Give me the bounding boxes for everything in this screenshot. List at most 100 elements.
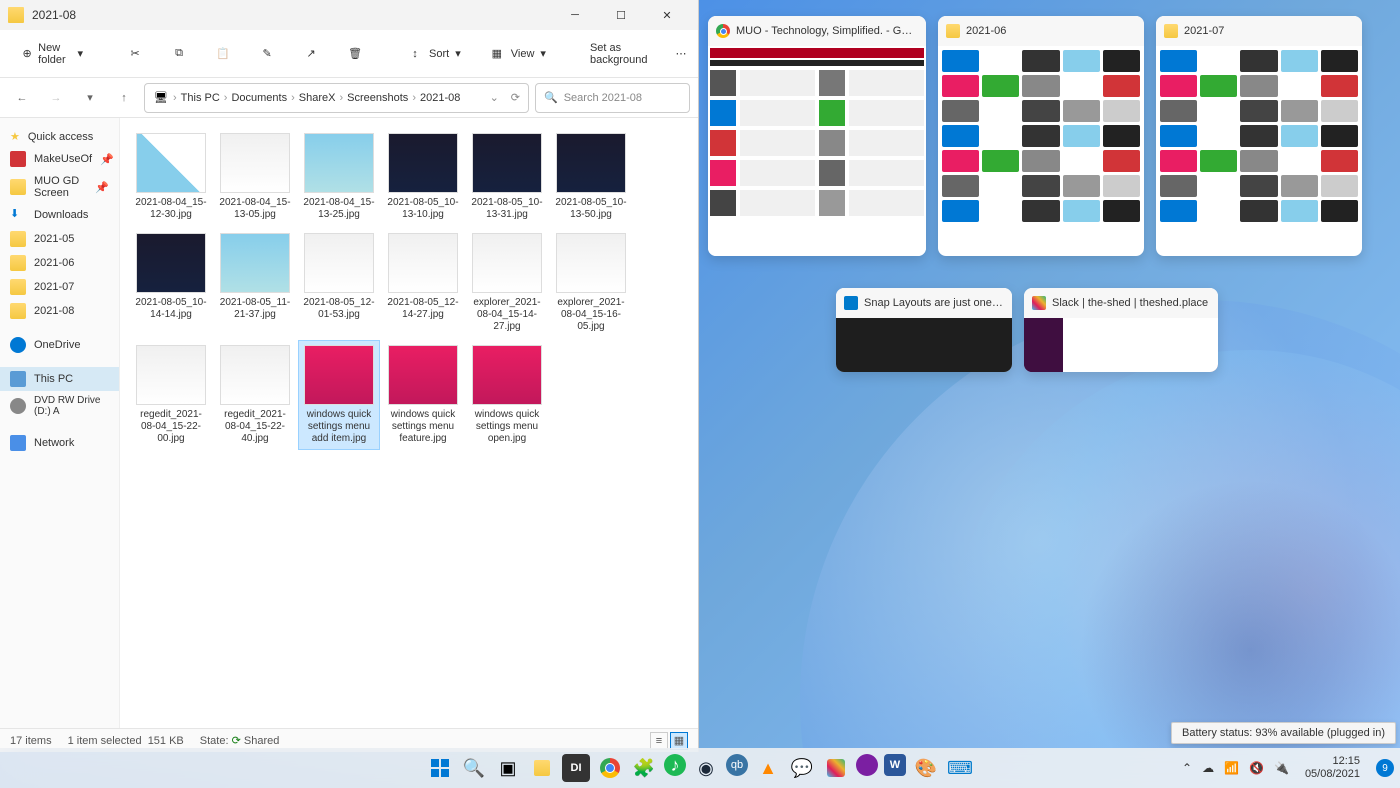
- details-view-button[interactable]: ≡: [650, 732, 668, 750]
- chevron-down-icon[interactable]: ⌄: [490, 91, 499, 104]
- clock[interactable]: 12:15 05/08/2021: [1305, 755, 1360, 781]
- snap-window-folder[interactable]: 2021-06: [938, 16, 1144, 256]
- copy-button[interactable]: ⧉: [161, 40, 197, 68]
- view-button[interactable]: ▦ View ▾: [479, 40, 556, 68]
- start-button[interactable]: [426, 754, 454, 782]
- steam-app[interactable]: ◉: [692, 754, 720, 782]
- file-item[interactable]: 2021-08-04_15-12-30.jpg: [130, 128, 212, 226]
- up-button[interactable]: ↑: [110, 84, 138, 112]
- rename-button[interactable]: ✎: [249, 40, 285, 68]
- extension-app[interactable]: 🧩: [630, 754, 658, 782]
- thumbnail: [136, 233, 206, 293]
- file-item[interactable]: 2021-08-05_10-13-31.jpg: [466, 128, 548, 226]
- snap-window-chrome[interactable]: MUO - Technology, Simplified. - Goog…: [708, 16, 926, 256]
- more-button[interactable]: ⋯: [665, 41, 696, 66]
- breadcrumb-item[interactable]: This PC: [181, 92, 220, 104]
- vlc-app[interactable]: ▲: [754, 754, 782, 782]
- minimize-button[interactable]: ─: [552, 0, 598, 30]
- chrome-app[interactable]: [596, 754, 624, 782]
- file-item[interactable]: 2021-08-05_11-21-37.jpg: [214, 228, 296, 338]
- set-background-button[interactable]: Set as background: [580, 36, 657, 72]
- file-item[interactable]: 2021-08-05_12-14-27.jpg: [382, 228, 464, 338]
- qbit-app[interactable]: qb: [726, 754, 748, 776]
- thumbnail: [136, 345, 206, 405]
- vscode-app[interactable]: ⌨: [946, 754, 974, 782]
- file-item[interactable]: 2021-08-05_10-13-10.jpg: [382, 128, 464, 226]
- wifi-icon[interactable]: 📶: [1224, 761, 1239, 775]
- sidebar-thispc[interactable]: This PC: [0, 367, 119, 391]
- sidebar-network[interactable]: Network: [0, 431, 119, 455]
- file-item[interactable]: 2021-08-05_10-13-50.jpg: [550, 128, 632, 226]
- notification-badge[interactable]: 9: [1376, 759, 1394, 777]
- breadcrumb-item[interactable]: Screenshots: [347, 92, 408, 104]
- taskview-button[interactable]: ▣: [494, 754, 522, 782]
- breadcrumb-item[interactable]: 2021-08: [420, 92, 460, 104]
- explorer-app[interactable]: [528, 754, 556, 782]
- file-item[interactable]: 2021-08-05_10-14-14.jpg: [130, 228, 212, 338]
- thumbnails-view-button[interactable]: ▦: [670, 732, 688, 750]
- sidebar-item[interactable]: 2021-08: [0, 299, 119, 323]
- file-name: 2021-08-05_12-01-53.jpg: [303, 297, 375, 321]
- breadcrumb-item[interactable]: Documents: [231, 92, 287, 104]
- paste-button[interactable]: 📋: [205, 40, 241, 68]
- file-item[interactable]: explorer_2021-08-04_15-16-05.jpg: [550, 228, 632, 338]
- file-item[interactable]: 2021-08-05_12-01-53.jpg: [298, 228, 380, 338]
- slack-app[interactable]: [822, 754, 850, 782]
- addressbar[interactable]: 🖥 › This PC › Documents › ShareX › Scree…: [144, 83, 529, 113]
- close-button[interactable]: ✕: [644, 0, 690, 30]
- sidebar-quick-access[interactable]: ★ Quick access: [0, 126, 119, 147]
- sort-icon: ↕: [407, 46, 423, 62]
- share-button[interactable]: ↗: [293, 40, 329, 68]
- opera-app[interactable]: [856, 754, 878, 776]
- word-app[interactable]: W: [884, 754, 906, 776]
- taskbar: 🔍 ▣ DI 🧩 ♪ ◉ qb ▲ 💬 W 🎨 ⌨ ⌃ ☁ 📶 🔇 🔌 12:1…: [0, 748, 1400, 788]
- file-item[interactable]: windows quick settings menu open.jpg: [466, 340, 548, 450]
- slack-icon: [1032, 296, 1046, 310]
- volume-icon[interactable]: 🔇: [1249, 761, 1264, 775]
- new-folder-label: New folder: [38, 42, 71, 66]
- disc-icon: [10, 398, 26, 414]
- sidebar-onedrive[interactable]: OneDrive: [0, 333, 119, 357]
- recent-button[interactable]: ▾: [76, 84, 104, 112]
- sidebar-item[interactable]: MUO GD Screen📌: [0, 171, 119, 203]
- sidebar-dvd[interactable]: DVD RW Drive (D:) A: [0, 391, 119, 421]
- file-item[interactable]: windows quick settings menu add item.jpg: [298, 340, 380, 450]
- file-item[interactable]: 2021-08-04_15-13-25.jpg: [298, 128, 380, 226]
- back-button[interactable]: ←: [8, 84, 36, 112]
- search-input[interactable]: 🔍 Search 2021-08: [535, 83, 690, 113]
- sidebar-item[interactable]: 2021-05: [0, 227, 119, 251]
- sidebar-item[interactable]: 2021-06: [0, 251, 119, 275]
- maximize-button[interactable]: ☐: [598, 0, 644, 30]
- sort-button[interactable]: ↕ Sort ▾: [397, 40, 471, 68]
- search-button[interactable]: 🔍: [460, 754, 488, 782]
- sidebar-item[interactable]: 2021-07: [0, 275, 119, 299]
- file-grid[interactable]: 2021-08-04_15-12-30.jpg2021-08-04_15-13-…: [120, 118, 698, 728]
- paint-app[interactable]: 🎨: [912, 754, 940, 782]
- titlebar[interactable]: 2021-08 ─ ☐ ✕: [0, 0, 698, 30]
- pc-icon: [10, 371, 26, 387]
- whatsapp-app[interactable]: 💬: [788, 754, 816, 782]
- toolbar: ⊕ New folder ▾ ✂ ⧉ 📋 ✎ ↗ 🗑 ↕ Sort ▾ ▦ Vi…: [0, 30, 698, 78]
- file-item[interactable]: regedit_2021-08-04_15-22-40.jpg: [214, 340, 296, 450]
- battery-icon[interactable]: 🔌: [1274, 761, 1289, 775]
- sidebar-item[interactable]: ⬇Downloads: [0, 203, 119, 227]
- file-item[interactable]: windows quick settings menu feature.jpg: [382, 340, 464, 450]
- breadcrumb-item[interactable]: ShareX: [299, 92, 336, 104]
- file-item[interactable]: 2021-08-04_15-13-05.jpg: [214, 128, 296, 226]
- spotify-app[interactable]: ♪: [664, 754, 686, 776]
- file-item[interactable]: explorer_2021-08-04_15-14-27.jpg: [466, 228, 548, 338]
- battery-tooltip: Battery status: 93% available (plugged i…: [1171, 722, 1396, 744]
- file-item[interactable]: regedit_2021-08-04_15-22-00.jpg: [130, 340, 212, 450]
- tray-chevron-icon[interactable]: ⌃: [1182, 761, 1192, 775]
- drive-app[interactable]: DI: [562, 754, 590, 782]
- delete-button[interactable]: 🗑: [337, 40, 373, 68]
- new-folder-button[interactable]: ⊕ New folder ▾: [12, 36, 93, 72]
- cut-button[interactable]: ✂: [117, 40, 153, 68]
- snap-window-folder[interactable]: 2021-07: [1156, 16, 1362, 256]
- snap-window-slack[interactable]: Slack | the-shed | theshed.place: [1024, 288, 1218, 372]
- refresh-button[interactable]: ⟳: [511, 91, 520, 104]
- sidebar-item[interactable]: MakeUseOf📌: [0, 147, 119, 171]
- snap-window-vscode[interactable]: Snap Layouts are just one of…: [836, 288, 1012, 372]
- cloud-sync-icon[interactable]: ☁: [1202, 761, 1214, 775]
- forward-button[interactable]: →: [42, 84, 70, 112]
